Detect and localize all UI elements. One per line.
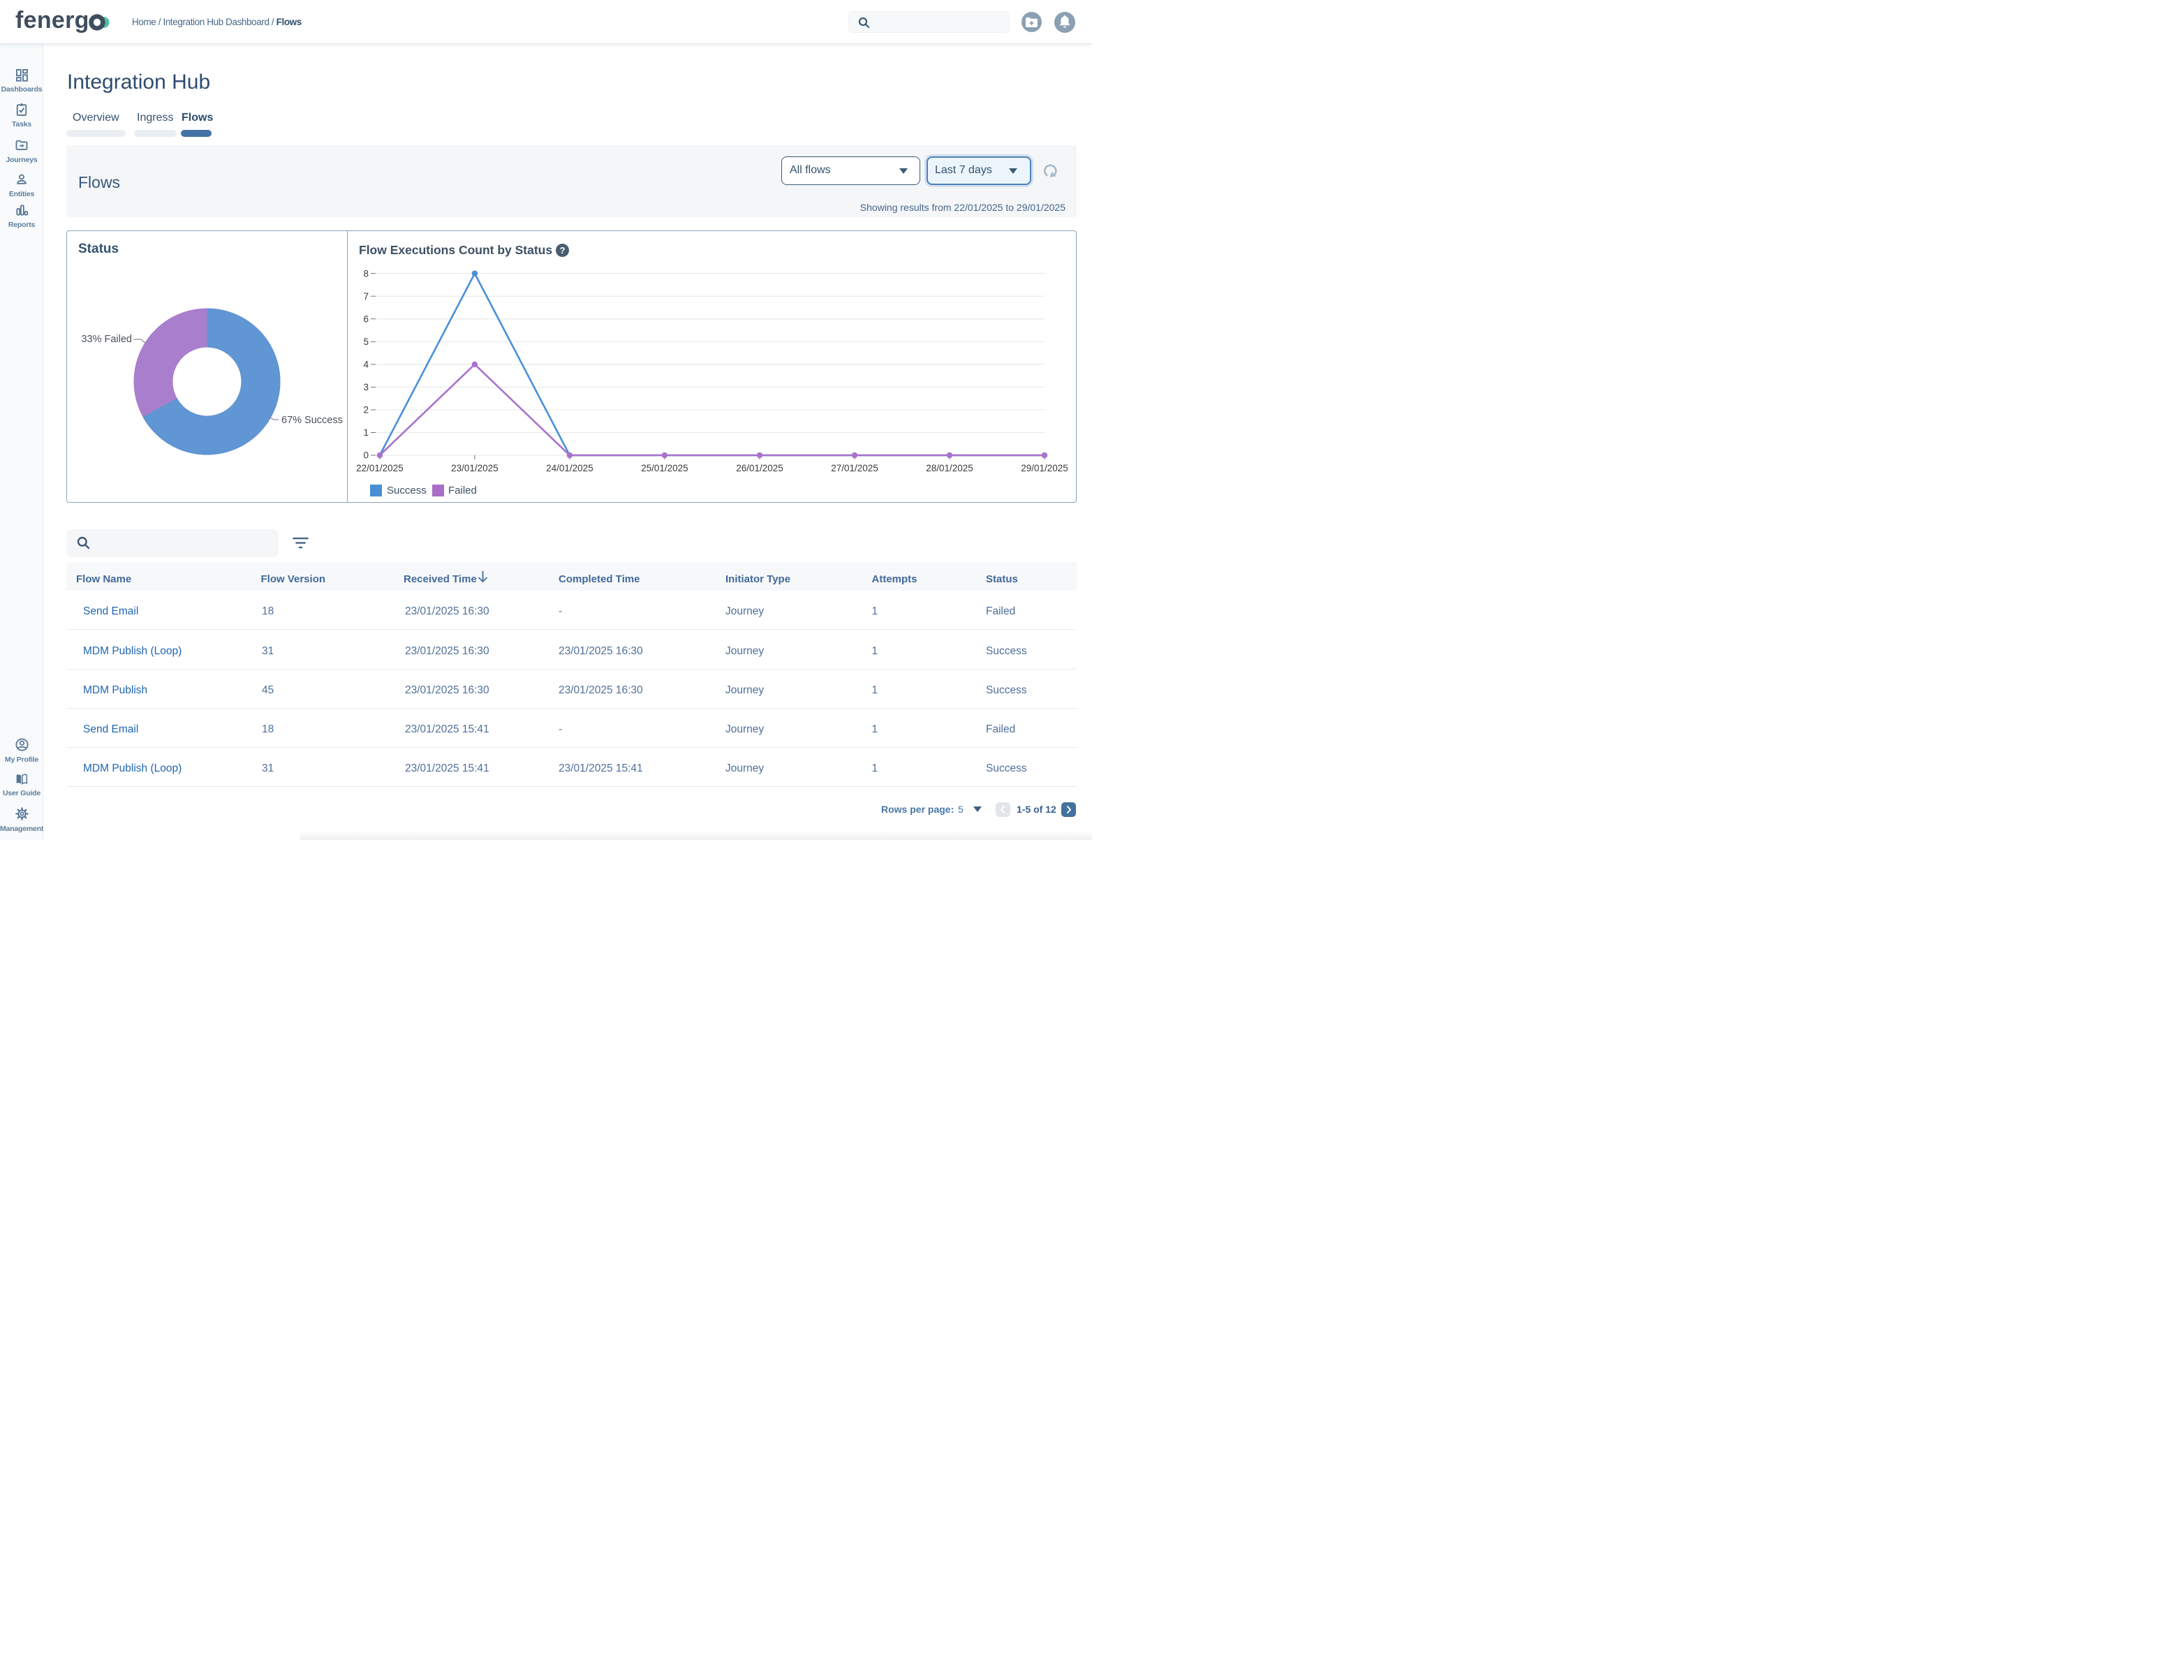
svg-text:7: 7 — [363, 291, 369, 302]
svg-text:25/01/2025: 25/01/2025 — [641, 463, 688, 473]
svg-text:1: 1 — [363, 427, 369, 438]
svg-text:67% Success: 67% Success — [281, 415, 343, 426]
svg-text:23/01/2025: 23/01/2025 — [451, 463, 499, 473]
svg-text:5: 5 — [363, 337, 369, 347]
svg-text:28/01/2025: 28/01/2025 — [926, 463, 973, 473]
svg-text:22/01/2025: 22/01/2025 — [356, 463, 404, 473]
svg-text:fenerg: fenerg — [15, 7, 89, 34]
svg-text:6: 6 — [363, 314, 369, 324]
svg-text:29/01/2025: 29/01/2025 — [1021, 463, 1068, 473]
svg-text:Failed: Failed — [448, 485, 477, 496]
svg-text:Success: Success — [387, 485, 427, 496]
svg-text:0: 0 — [363, 450, 369, 461]
svg-text:2: 2 — [363, 405, 369, 415]
svg-text:33% Failed: 33% Failed — [81, 334, 132, 345]
svg-text:26/01/2025: 26/01/2025 — [736, 463, 783, 473]
svg-text:8: 8 — [363, 268, 369, 279]
svg-text:3: 3 — [363, 382, 369, 392]
svg-text:4: 4 — [363, 360, 369, 370]
svg-text:24/01/2025: 24/01/2025 — [546, 463, 593, 473]
svg-text:27/01/2025: 27/01/2025 — [831, 463, 878, 473]
